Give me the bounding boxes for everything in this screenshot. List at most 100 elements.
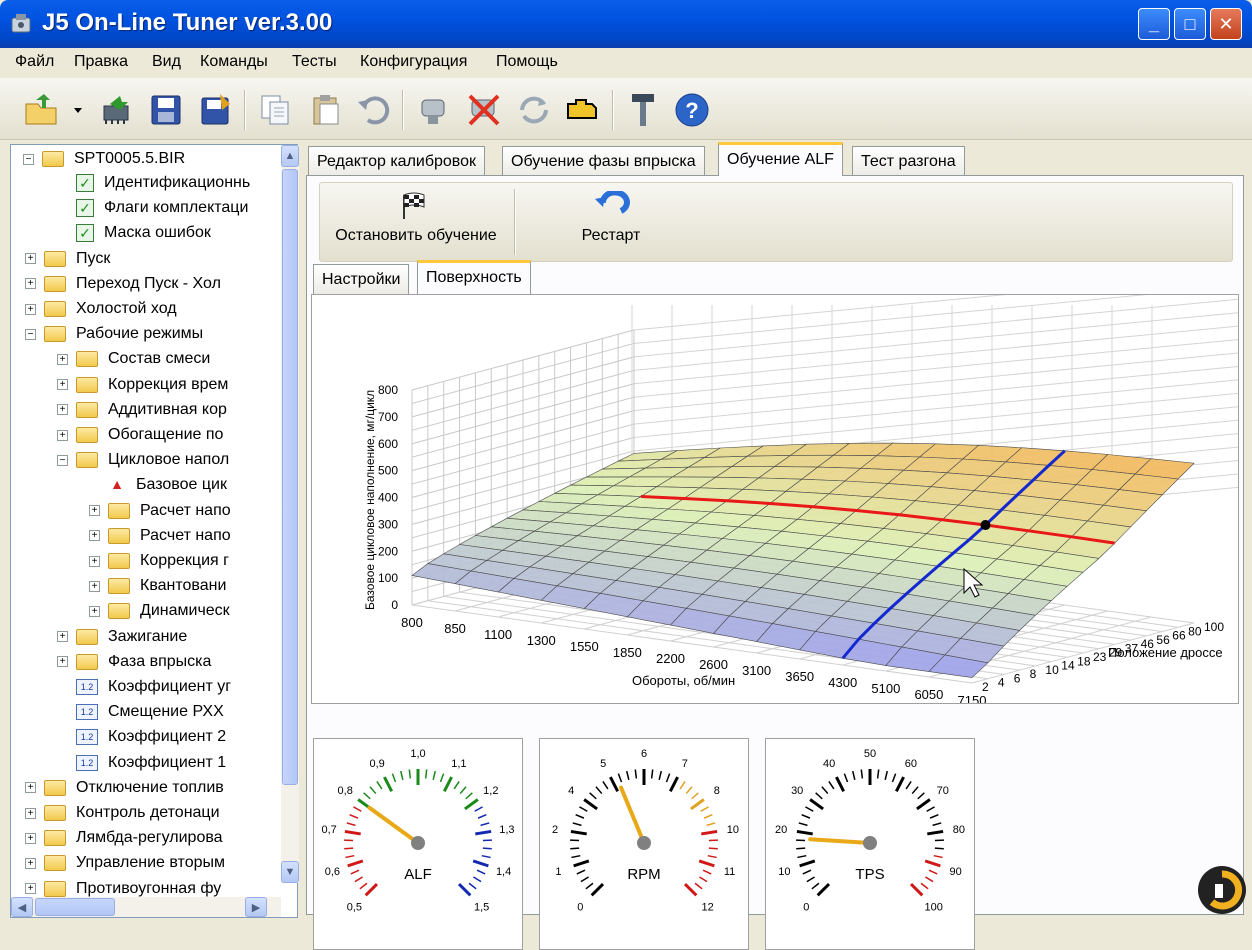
collapse-icon[interactable]: − (25, 329, 36, 340)
menu-help[interactable]: Помощь (496, 53, 558, 71)
save-as-icon[interactable] (196, 90, 236, 130)
paste-icon[interactable] (306, 90, 346, 130)
hscroll-thumb[interactable] (35, 898, 115, 916)
engine-icon[interactable] (562, 90, 602, 130)
gauge-tick (836, 777, 843, 791)
scroll-thumb[interactable] (282, 169, 298, 785)
scroll-right-icon[interactable]: ▶ (245, 897, 267, 917)
tree-horizontal-scrollbar[interactable]: ◀ ▶ (11, 897, 281, 917)
expand-icon[interactable]: + (25, 253, 36, 264)
expand-icon[interactable]: + (57, 379, 68, 390)
gauge-tick (800, 861, 815, 866)
folder-icon (76, 427, 98, 443)
folder-icon (108, 528, 130, 544)
scroll-up-icon[interactable]: ▲ (281, 145, 299, 167)
gauge-tick (695, 883, 702, 889)
expand-icon[interactable]: + (25, 278, 36, 289)
menu-bar: Файл Правка Вид Команды Тесты Конфигурац… (0, 48, 1252, 76)
expand-icon[interactable]: + (25, 833, 36, 844)
expand-icon[interactable]: + (57, 631, 68, 642)
expand-icon[interactable]: + (25, 808, 36, 819)
menu-view[interactable]: Вид (152, 53, 181, 71)
maximize-button[interactable]: □ (1174, 8, 1206, 40)
gauge-tick-label: 0,8 (338, 785, 353, 797)
collapse-icon[interactable]: − (23, 154, 34, 165)
tree-vertical-scrollbar[interactable]: ▲ ▼ (281, 145, 299, 883)
gauge-tick (699, 861, 714, 866)
gauge-tick (911, 884, 922, 895)
z-tick-label: 700 (378, 410, 398, 424)
undo-icon[interactable] (354, 90, 394, 130)
tab-injection-phase-learning[interactable]: Обучение фазы впрыска (502, 146, 705, 176)
collapse-icon[interactable]: − (57, 455, 68, 466)
gauge-tick-label: 10 (727, 824, 739, 836)
menu-configuration[interactable]: Конфигурация (360, 53, 467, 71)
folder-icon (42, 151, 64, 167)
stop-learning-button[interactable]: Остановить обучение (326, 191, 506, 257)
menu-edit[interactable]: Правка (74, 53, 128, 71)
gauge-tick-label: 11 (724, 866, 735, 878)
minimize-button[interactable]: _ (1138, 8, 1170, 40)
copy-icon[interactable] (256, 90, 296, 130)
restart-button[interactable]: Рестарт (566, 191, 656, 257)
x-tick-label: 2200 (656, 651, 685, 666)
tools-icon[interactable] (624, 90, 664, 130)
refresh-icon[interactable] (514, 90, 554, 130)
gauge-tick (482, 856, 491, 858)
subtab-surface[interactable]: Поверхность (417, 260, 531, 294)
expand-icon[interactable]: + (57, 354, 68, 365)
restart-icon (591, 191, 631, 221)
gauge-tick (921, 883, 928, 889)
save-icon[interactable] (146, 90, 186, 130)
expand-icon[interactable]: + (25, 858, 36, 869)
help-icon[interactable]: ? (672, 90, 712, 130)
gauge-name: TPS (855, 866, 884, 883)
gauge-tick (433, 771, 435, 780)
expand-icon[interactable]: + (25, 304, 36, 315)
gauge-tick (610, 777, 617, 791)
gauge-tick (360, 883, 367, 889)
menu-commands[interactable]: Команды (200, 53, 268, 71)
subtab-settings[interactable]: Настройки (313, 264, 409, 294)
folder-icon (76, 654, 98, 670)
scroll-left-icon[interactable]: ◀ (11, 897, 33, 917)
connect-icon[interactable] (414, 90, 454, 130)
x-tick-label: 3650 (785, 669, 814, 684)
gauge-tick (708, 856, 717, 858)
menu-tests[interactable]: Тесты (292, 53, 337, 71)
gauge-tick (469, 883, 476, 889)
tab-acceleration-test[interactable]: Тест разгона (852, 146, 965, 176)
expand-icon[interactable]: + (57, 656, 68, 667)
surface-chart[interactable]: 0100200300400500600700800800850110013001… (312, 295, 1238, 703)
expand-icon[interactable]: + (89, 530, 100, 541)
menu-file[interactable]: Файл (15, 53, 54, 71)
gauge-tick (355, 877, 363, 882)
expand-icon[interactable]: + (89, 556, 100, 567)
expand-icon[interactable]: + (57, 430, 68, 441)
rpm-gauge: 01245678101112RPM (539, 738, 749, 950)
gauge-tick (459, 884, 470, 895)
gauge-tick (927, 807, 935, 811)
dropdown-arrow-icon[interactable] (68, 90, 88, 130)
surface-chart-panel: 0100200300400500600700800800850110013001… (311, 294, 1239, 704)
expand-icon[interactable]: + (57, 404, 68, 415)
expand-icon[interactable]: + (89, 606, 100, 617)
disconnect-icon[interactable] (464, 90, 504, 130)
expand-icon[interactable]: + (89, 581, 100, 592)
tab-alf-learning[interactable]: Обучение ALF (718, 142, 843, 176)
checklist-icon: ✓ (76, 174, 94, 192)
close-button[interactable]: ✕ (1210, 8, 1242, 40)
gauge-tick (918, 793, 925, 799)
gauge-name: RPM (627, 866, 660, 883)
current-point-marker (980, 520, 990, 530)
scroll-down-icon[interactable]: ▼ (281, 861, 299, 883)
gauge-tick-label: 70 (937, 785, 949, 797)
tab-calibration-editor[interactable]: Редактор калибровок (308, 146, 485, 176)
expand-icon[interactable]: + (25, 782, 36, 793)
gauge-tick (353, 807, 361, 811)
chip-write-icon[interactable] (96, 90, 136, 130)
open-folder-icon[interactable] (22, 90, 62, 130)
expand-icon[interactable]: + (89, 505, 100, 516)
gauge-tick (701, 807, 709, 811)
expand-icon[interactable]: + (25, 883, 36, 894)
